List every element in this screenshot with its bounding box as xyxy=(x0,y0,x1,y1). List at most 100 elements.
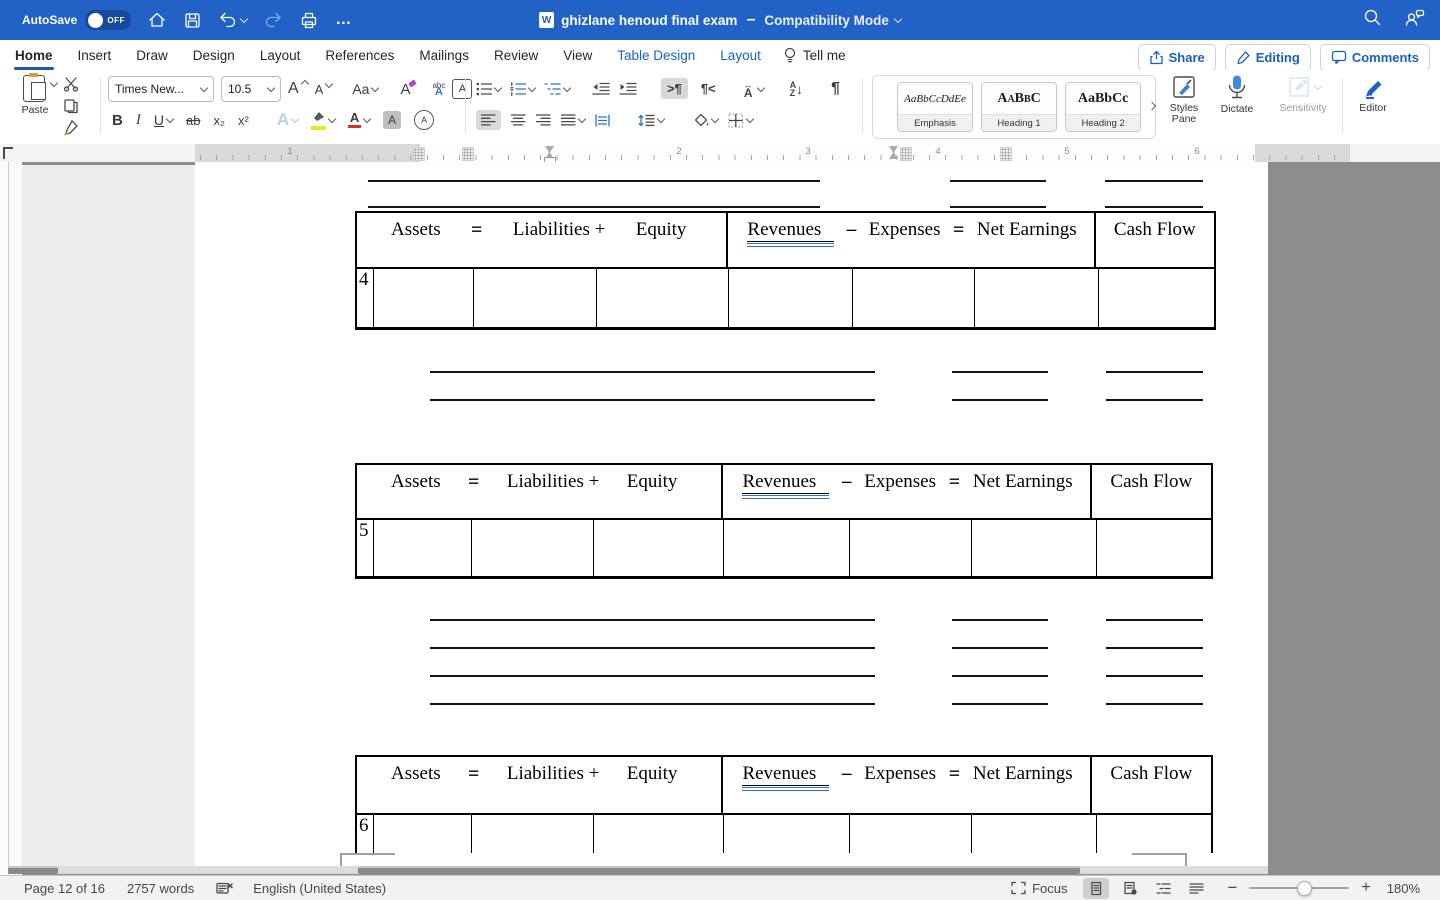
view-draft-button[interactable] xyxy=(1183,878,1209,899)
styles-pane-button[interactable]: Styles Pane xyxy=(1160,74,1208,125)
align-right-button[interactable] xyxy=(536,114,551,126)
undo-dropdown-chevron[interactable] xyxy=(240,14,249,24)
shading-button[interactable] xyxy=(694,113,720,127)
presence-people-icon[interactable] xyxy=(1404,8,1426,32)
table-cell[interactable] xyxy=(594,520,724,576)
phonetic-guide-button[interactable]: abc A xyxy=(432,82,445,98)
table-cell[interactable] xyxy=(853,269,975,327)
table-column-marker[interactable] xyxy=(900,147,912,161)
more-commands-icon[interactable]: … xyxy=(335,11,352,29)
align-center-button[interactable] xyxy=(511,114,526,126)
zoom-level[interactable]: 180% xyxy=(1387,881,1420,896)
character-shading-button[interactable]: A xyxy=(383,111,402,129)
decrease-indent-button[interactable] xyxy=(592,82,610,95)
tab-design[interactable]: Design xyxy=(192,44,236,67)
tab-table-layout[interactable]: Layout xyxy=(719,44,762,67)
tab-insert[interactable]: Insert xyxy=(77,44,113,67)
horizontal-scrollbar[interactable] xyxy=(8,866,1268,874)
editor-button[interactable]: Editor xyxy=(1348,74,1398,114)
save-icon[interactable] xyxy=(183,11,202,30)
horizontal-ruler[interactable]: 1 2 3 4 5 6 xyxy=(0,144,1440,166)
accounting-table-6[interactable]: Assets = Liabilities + Equity Revenues –… xyxy=(355,755,1213,853)
font-color-button[interactable]: A xyxy=(348,111,372,129)
grow-font-button[interactable]: A xyxy=(288,79,309,98)
word-count[interactable]: 2757 words xyxy=(127,881,194,896)
style-heading2[interactable]: AaBbCc Heading 2 xyxy=(1065,82,1142,132)
tell-me-button[interactable]: Tell me xyxy=(783,47,846,64)
table-cell[interactable] xyxy=(472,520,594,576)
table-cell[interactable] xyxy=(597,269,729,327)
style-emphasis[interactable]: AaBbCcDdEe Emphasis xyxy=(897,82,974,132)
justify-button[interactable] xyxy=(561,114,587,126)
dictate-button[interactable]: Dictate xyxy=(1212,74,1262,115)
horizontal-scrollbar-left-piece[interactable] xyxy=(8,866,58,874)
borders-button[interactable] xyxy=(728,113,755,128)
ltr-paragraph-button[interactable]: >¶ xyxy=(661,78,688,99)
table-cell[interactable] xyxy=(850,520,972,576)
shrink-font-button[interactable]: A xyxy=(315,79,334,97)
view-outline-button[interactable] xyxy=(1150,878,1176,899)
table-cell[interactable] xyxy=(975,269,1099,327)
tab-review[interactable]: Review xyxy=(493,44,539,67)
editing-button[interactable]: Editing xyxy=(1224,44,1311,71)
table-cell[interactable] xyxy=(724,520,850,576)
enclose-characters-button[interactable]: A xyxy=(414,110,435,130)
proofing-status-icon[interactable] xyxy=(216,881,233,896)
accounting-table-4[interactable]: Assets = Liabilities + Equity Revenues –… xyxy=(355,211,1216,330)
language-indicator[interactable]: English (United States) xyxy=(253,881,386,896)
align-left-button[interactable] xyxy=(476,110,501,130)
table-cell[interactable] xyxy=(374,520,472,576)
copy-button[interactable] xyxy=(63,98,79,114)
table-cell[interactable] xyxy=(1099,269,1214,327)
clear-formatting-button[interactable]: A xyxy=(400,78,418,98)
search-icon[interactable] xyxy=(1363,8,1382,32)
style-heading1[interactable]: AaBbC Heading 1 xyxy=(981,82,1058,132)
paste-button[interactable]: Paste xyxy=(10,73,60,116)
table-cell[interactable] xyxy=(594,815,724,853)
highlight-color-button[interactable] xyxy=(311,110,337,130)
multilevel-list-button[interactable] xyxy=(544,82,572,96)
font-size-select[interactable]: 10.5 xyxy=(221,76,281,102)
bold-button[interactable]: B xyxy=(112,112,123,129)
italic-button[interactable]: I xyxy=(136,112,141,129)
share-button[interactable]: Share xyxy=(1137,44,1216,71)
view-print-layout-button[interactable] xyxy=(1083,877,1110,899)
strikethrough-button[interactable]: ab xyxy=(186,113,200,128)
focus-button[interactable]: Focus xyxy=(1011,881,1067,896)
zoom-out-button[interactable]: − xyxy=(1227,879,1237,896)
table-cell[interactable] xyxy=(972,520,1097,576)
asian-layout-button[interactable]: ↔ A xyxy=(744,80,753,99)
tab-table-design[interactable]: Table Design xyxy=(616,44,696,67)
cut-button[interactable] xyxy=(63,76,79,92)
format-painter-button[interactable] xyxy=(62,120,79,136)
table-cell[interactable] xyxy=(1097,815,1211,853)
autosave-toggle[interactable]: OFF xyxy=(85,10,132,30)
home-quick-icon[interactable] xyxy=(147,10,167,30)
table-cell[interactable] xyxy=(472,815,594,853)
underline-button[interactable]: U xyxy=(154,112,175,128)
print-icon[interactable] xyxy=(299,11,319,30)
subscript-button[interactable]: x₂ xyxy=(213,113,225,128)
horizontal-scrollbar-thumb[interactable] xyxy=(358,866,1080,874)
numbering-button[interactable] xyxy=(510,81,537,96)
table-cell[interactable] xyxy=(850,815,972,853)
tab-view[interactable]: View xyxy=(562,44,593,67)
superscript-button[interactable]: x² xyxy=(238,113,249,128)
table-column-marker[interactable] xyxy=(462,147,474,161)
table-cell[interactable] xyxy=(724,815,850,853)
table-cell[interactable] xyxy=(1097,520,1211,576)
zoom-slider-knob[interactable] xyxy=(1297,881,1313,896)
tab-stop-selector-icon[interactable] xyxy=(3,147,13,159)
table-cell[interactable] xyxy=(972,815,1097,853)
sort-button[interactable]: A Z ↓ xyxy=(790,80,804,97)
font-name-select[interactable]: Times New... xyxy=(108,76,214,102)
rtl-paragraph-button[interactable]: ¶< xyxy=(697,78,720,99)
comments-button[interactable]: Comments xyxy=(1319,44,1430,71)
table-column-marker[interactable] xyxy=(413,147,425,161)
tab-layout[interactable]: Layout xyxy=(259,44,302,67)
undo-button[interactable] xyxy=(218,12,249,29)
character-border-button[interactable]: A xyxy=(452,79,473,99)
show-paragraph-marks-button[interactable]: ¶ xyxy=(831,80,840,98)
increase-indent-button[interactable] xyxy=(619,82,637,95)
bullets-button[interactable] xyxy=(476,82,503,96)
